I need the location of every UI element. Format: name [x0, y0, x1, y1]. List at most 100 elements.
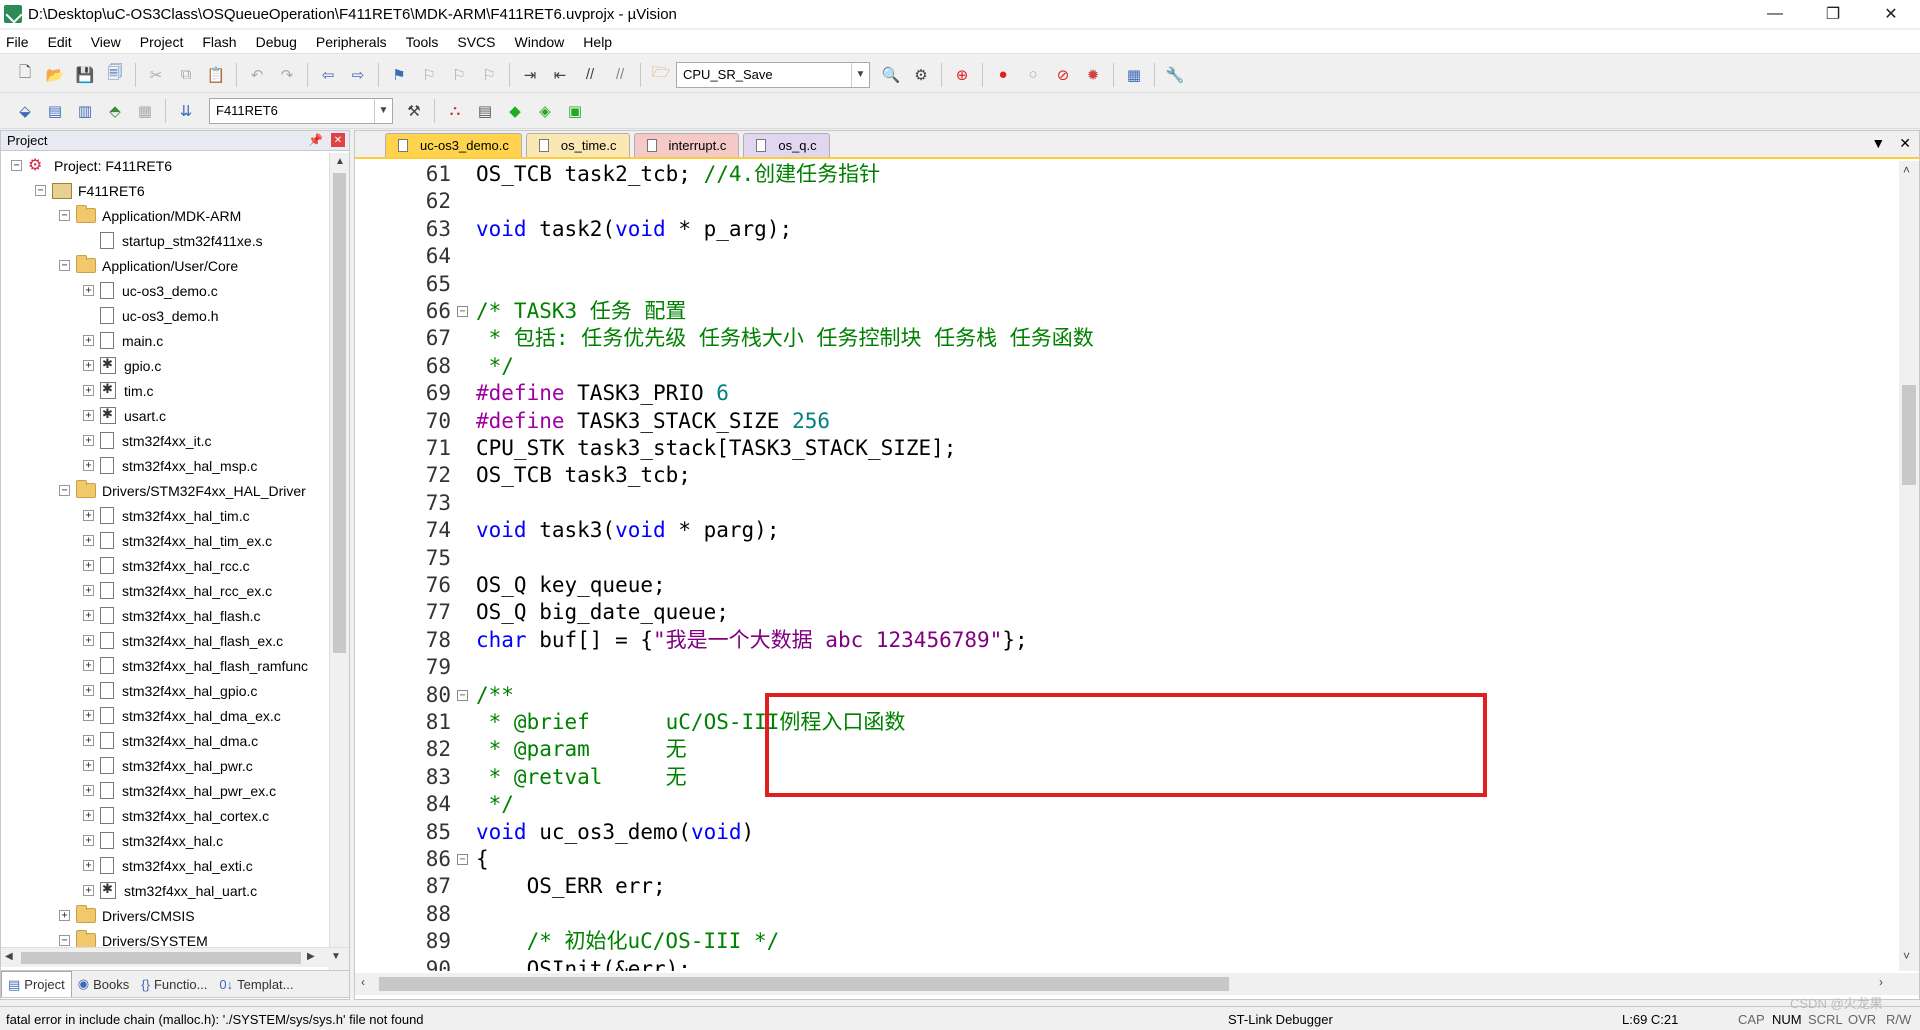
code-editor[interactable]: 61 OS_TCB task2_tcb; //4.创建任务指针 62 63 void t…: [355, 161, 1885, 971]
scroll-left-icon[interactable]: ◀: [5, 951, 13, 962]
tree-item[interactable]: + usart.c: [83, 403, 166, 428]
chevron-down-icon[interactable]: ▼: [851, 62, 869, 87]
tree-item[interactable]: + Drivers/CMSIS: [59, 903, 195, 928]
tree-item[interactable]: − Drivers/STM32F4xx_HAL_Driver: [59, 478, 306, 503]
expand-icon[interactable]: +: [83, 685, 94, 696]
collapse-icon[interactable]: −: [59, 485, 70, 496]
paste-icon[interactable]: 📋: [204, 63, 228, 87]
expand-icon[interactable]: +: [83, 385, 94, 396]
tree-item[interactable]: + stm32f4xx_hal_flash_ex.c: [83, 628, 283, 653]
scroll-thumb[interactable]: [21, 952, 301, 964]
menu-edit[interactable]: Edit: [48, 34, 72, 50]
expand-icon[interactable]: +: [83, 535, 94, 546]
expand-icon[interactable]: +: [83, 760, 94, 771]
tree-item[interactable]: + main.c: [83, 328, 163, 353]
navigate-forward-icon[interactable]: ⇨: [346, 63, 370, 87]
fold-collapse-icon[interactable]: −: [457, 689, 468, 701]
collapse-icon[interactable]: −: [59, 935, 70, 946]
tree-item[interactable]: + stm32f4xx_hal_flash_ramfunc: [83, 653, 308, 678]
menu-file[interactable]: File: [6, 34, 29, 50]
pin-icon[interactable]: 📌: [308, 133, 323, 147]
tree-item[interactable]: uc-os3_demo.h: [83, 303, 219, 328]
undo-icon[interactable]: ↶: [245, 63, 269, 87]
close-panel-icon[interactable]: ✕: [331, 133, 345, 147]
expand-icon[interactable]: +: [83, 885, 94, 896]
scroll-down-icon[interactable]: ˅: [1903, 949, 1910, 963]
expand-icon[interactable]: +: [83, 785, 94, 796]
collapse-icon[interactable]: −: [59, 210, 70, 221]
tree-item[interactable]: + stm32f4xx_hal.c: [83, 828, 223, 853]
expand-icon[interactable]: +: [83, 660, 94, 671]
editor-tab[interactable]: interrupt.c: [633, 133, 740, 157]
scroll-up-icon[interactable]: ▲: [330, 153, 350, 171]
menu-window[interactable]: Window: [515, 34, 565, 50]
start-debug-icon[interactable]: ⊕: [950, 63, 974, 87]
expand-icon[interactable]: +: [83, 860, 94, 871]
navigate-back-icon[interactable]: ⇦: [316, 63, 340, 87]
tree-item[interactable]: + stm32f4xx_hal_dma.c: [83, 728, 258, 753]
bookmark-toggle-icon[interactable]: ⚑: [387, 63, 411, 87]
menu-flash[interactable]: Flash: [202, 34, 236, 50]
panel-tab-functio[interactable]: {} Functio...: [135, 971, 213, 997]
tree-item[interactable]: + stm32f4xx_hal_uart.c: [83, 878, 257, 903]
bookmark-next-icon[interactable]: ⚐: [447, 63, 471, 87]
editor-horizontal-scrollbar[interactable]: ‹ ›: [355, 973, 1919, 995]
tree-item[interactable]: + stm32f4xx_hal_cortex.c: [83, 803, 269, 828]
scroll-down-icon[interactable]: ▼: [331, 951, 341, 962]
tree-item[interactable]: + tim.c: [83, 378, 154, 403]
minimize-button[interactable]: —: [1746, 0, 1804, 28]
stop-build-icon[interactable]: ▦: [133, 99, 157, 123]
project-tree-horizontal-scrollbar[interactable]: ◀ ▶ ▼: [1, 947, 349, 967]
expand-icon[interactable]: +: [83, 285, 94, 296]
tree-item[interactable]: + stm32f4xx_hal_rcc_ex.c: [83, 578, 272, 603]
menu-help[interactable]: Help: [583, 34, 612, 50]
function-search-combo[interactable]: CPU_SR_Save ▼: [676, 61, 870, 88]
collapse-icon[interactable]: −: [11, 160, 22, 171]
rebuild-icon[interactable]: ▥: [73, 99, 97, 123]
expand-icon[interactable]: +: [83, 810, 94, 821]
tree-item[interactable]: − Application/User/Core: [59, 253, 238, 278]
restore-button[interactable]: ❐: [1804, 0, 1862, 28]
menu-view[interactable]: View: [91, 34, 121, 50]
scroll-thumb[interactable]: [333, 173, 346, 653]
editor-tab[interactable]: os_time.c: [525, 133, 630, 157]
close-tab-icon[interactable]: ✕: [1899, 135, 1911, 152]
editor-tab[interactable]: os_q.c: [743, 133, 830, 157]
expand-icon[interactable]: +: [83, 635, 94, 646]
find-in-files-icon[interactable]: 🗁: [649, 63, 673, 87]
expand-icon[interactable]: +: [83, 560, 94, 571]
scroll-right-icon[interactable]: ›: [1879, 975, 1883, 989]
copy-icon[interactable]: ⧉: [174, 63, 198, 87]
comment-icon[interactable]: //: [578, 63, 602, 87]
enable-breakpoint-icon[interactable]: ○: [1021, 63, 1045, 87]
select-packs-icon[interactable]: ◈: [533, 99, 557, 123]
uncomment-icon[interactable]: //: [608, 63, 632, 87]
tab-list-icon[interactable]: ▼: [1871, 135, 1885, 152]
scroll-thumb[interactable]: [379, 977, 1229, 991]
panel-tab-books[interactable]: ◉ Books: [72, 971, 135, 997]
editor-tab[interactable]: uc-os3_demo.c: [385, 133, 522, 157]
menu-project[interactable]: Project: [140, 34, 184, 50]
tree-item[interactable]: + stm32f4xx_hal_tim_ex.c: [83, 528, 272, 553]
save-all-icon[interactable]: 🗐: [103, 63, 127, 87]
insert-breakpoint-icon[interactable]: ●: [991, 63, 1015, 87]
expand-icon[interactable]: +: [59, 910, 70, 921]
tree-item[interactable]: + gpio.c: [83, 353, 161, 378]
expand-icon[interactable]: +: [83, 335, 94, 346]
expand-icon[interactable]: +: [83, 835, 94, 846]
manage-run-time-env-icon[interactable]: ◆: [503, 99, 527, 123]
bookmark-clear-icon[interactable]: ⚐: [477, 63, 501, 87]
editor-vertical-scrollbar[interactable]: ˄ ˅: [1899, 161, 1919, 971]
manage-multi-project-icon[interactable]: ▤: [473, 99, 497, 123]
window-layout-icon[interactable]: ▦: [1122, 63, 1146, 87]
expand-icon[interactable]: +: [83, 710, 94, 721]
open-file-icon[interactable]: 📂: [43, 63, 67, 87]
tree-item[interactable]: − ⚙ Project: F411RET6: [11, 153, 172, 178]
target-select-combo[interactable]: F411RET6 ▼: [209, 97, 393, 124]
tree-item[interactable]: − Application/MDK-ARM: [59, 203, 241, 228]
tree-item[interactable]: + stm32f4xx_hal_tim.c: [83, 503, 250, 528]
fold-collapse-icon[interactable]: −: [457, 854, 468, 865]
collapse-icon[interactable]: −: [35, 185, 46, 196]
expand-icon[interactable]: +: [83, 410, 94, 421]
scroll-up-icon[interactable]: ˄: [1903, 163, 1910, 177]
